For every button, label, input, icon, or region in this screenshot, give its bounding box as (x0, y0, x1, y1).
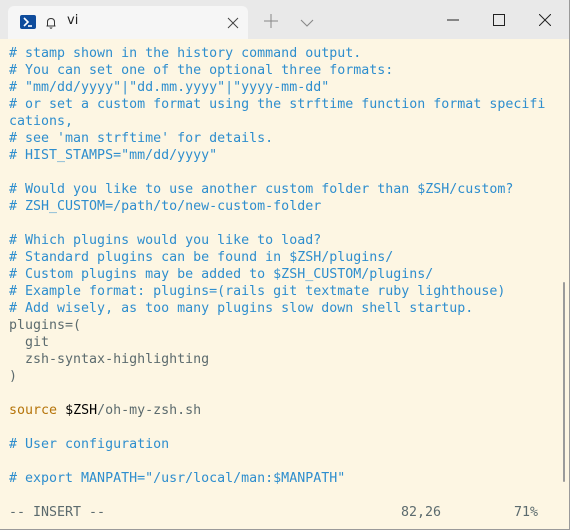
code-line[interactable]: cations, (9, 113, 557, 130)
tab-title: vi (67, 13, 79, 28)
tab-vi[interactable]: vi (8, 6, 248, 39)
code-token: ) (9, 369, 18, 384)
code-line[interactable]: source $ZSH/oh-my-zsh.sh (9, 402, 557, 419)
code-token: # Would you like to use another custom f… (9, 182, 514, 197)
code-line[interactable]: # "mm/dd/yyyy"|"dd.mm.yyyy"|"yyyy-mm-dd" (9, 79, 557, 96)
minimize-button[interactable] (430, 0, 476, 39)
code-token: # User configuration (9, 437, 170, 452)
code-token: cations, (9, 114, 74, 129)
code-line[interactable] (9, 215, 557, 232)
editor-area[interactable]: # stamp shown in the history command out… (0, 39, 560, 529)
code-line[interactable]: # Would you like to use another custom f… (9, 181, 557, 198)
code-token: # stamp shown in the history command out… (9, 46, 362, 61)
code-token: # Example format: plugins=(rails git tex… (9, 284, 506, 299)
code-line[interactable]: # export MANPATH="/usr/local/man:$MANPAT… (9, 470, 557, 487)
code-token: # Custom plugins may be added to $ZSH_CU… (9, 267, 434, 282)
close-icon[interactable] (226, 15, 240, 29)
close-icon (539, 14, 551, 26)
status-line: -- INSERT -- 82,26 71% (9, 504, 549, 521)
terminal-window: vi # stamp shown in the history command … (0, 0, 570, 530)
scroll-percent: 71% (514, 505, 539, 520)
code-token: zsh-syntax-highlighting (9, 352, 210, 367)
code-line[interactable] (9, 164, 557, 181)
chevron-down-icon[interactable] (300, 14, 314, 27)
code-line[interactable]: plugins=( (9, 317, 557, 334)
code-line[interactable]: # You can set one of the optional three … (9, 62, 557, 79)
code-token: # Standard plugins can be found in $ZSH/… (9, 250, 394, 265)
code-token: # You can set one of the optional three … (9, 63, 394, 78)
mode-indicator: -- INSERT -- (9, 505, 106, 520)
maximize-button[interactable] (476, 0, 522, 39)
powershell-icon (20, 15, 36, 29)
code-token: source (9, 403, 58, 418)
cursor-position: 82,26 (401, 505, 442, 520)
code-line[interactable]: # Add wisely, as too many plugins slow d… (9, 300, 557, 317)
code-line[interactable]: # Which plugins would you like to load? (9, 232, 557, 249)
code-token: $ZSH (65, 403, 98, 418)
code-token: git (9, 335, 50, 350)
code-token: plugins=( (9, 318, 82, 333)
bell-icon[interactable] (44, 15, 58, 29)
code-line[interactable]: # or set a custom format using the strft… (9, 96, 557, 113)
code-token: # HIST_STAMPS="mm/dd/yyyy" (9, 148, 218, 163)
code-line[interactable]: # stamp shown in the history command out… (9, 45, 557, 62)
code-line[interactable]: # User configuration (9, 436, 557, 453)
code-token: # Which plugins would you like to load? (9, 233, 322, 248)
code-line[interactable] (9, 385, 557, 402)
code-line[interactable]: # HIST_STAMPS="mm/dd/yyyy" (9, 147, 557, 164)
title-bar: vi (0, 0, 569, 39)
code-token: # see 'man strftime' for details. (9, 131, 274, 146)
minimize-icon (447, 19, 459, 21)
code-line[interactable]: git (9, 334, 557, 351)
code-line[interactable]: # Standard plugins can be found in $ZSH/… (9, 249, 557, 266)
code-line[interactable]: # see 'man strftime' for details. (9, 130, 557, 147)
code-token: # Add wisely, as too many plugins slow d… (9, 301, 474, 316)
code-token: # ZSH_CUSTOM=/path/to/new-custom-folder (9, 199, 322, 214)
code-line[interactable]: # Example format: plugins=(rails git tex… (9, 283, 557, 300)
plus-icon[interactable] (264, 13, 278, 28)
code-token: # or set a custom format using the strft… (9, 97, 546, 112)
code-line[interactable]: # Custom plugins may be added to $ZSH_CU… (9, 266, 557, 283)
maximize-icon (493, 14, 505, 26)
text-buffer[interactable]: # stamp shown in the history command out… (9, 45, 557, 487)
code-line[interactable]: # ZSH_CUSTOM=/path/to/new-custom-folder (9, 198, 557, 215)
code-line[interactable] (9, 453, 557, 470)
code-token: # "mm/dd/yyyy"|"dd.mm.yyyy"|"yyyy-mm-dd" (9, 80, 330, 95)
scrollbar[interactable] (563, 282, 565, 482)
close-window-button[interactable] (522, 0, 568, 39)
code-token: # export MANPATH="/usr/local/man:$MANPAT… (9, 471, 346, 486)
code-line[interactable] (9, 419, 557, 436)
code-line[interactable]: zsh-syntax-highlighting (9, 351, 557, 368)
code-line[interactable]: ) (9, 368, 557, 385)
code-token: /oh-my-zsh.sh (97, 403, 202, 418)
